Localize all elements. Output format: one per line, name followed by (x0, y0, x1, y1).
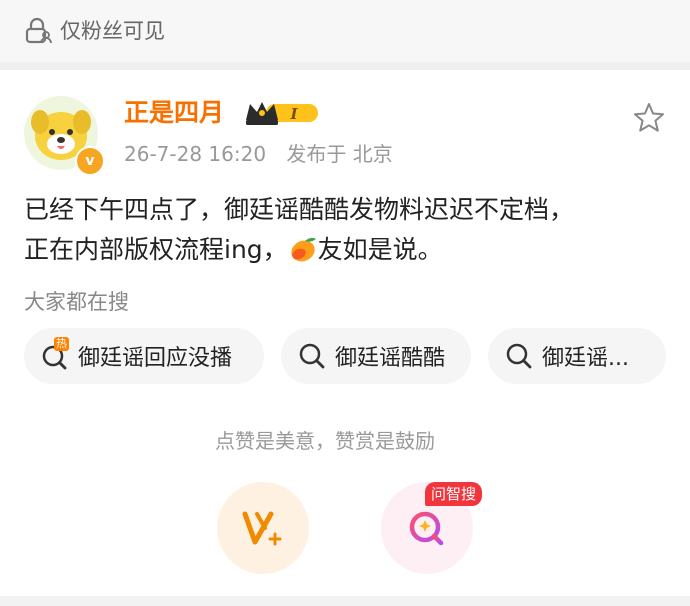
post-line-1: 已经下午四点了，御廷谣酷酷发物料迟迟不定档， (24, 195, 575, 224)
search-icon (297, 341, 327, 371)
reward-prompt: 点赞是美意，赞赏是鼓励 (215, 429, 435, 453)
section-divider (0, 62, 690, 70)
vip-level: I (289, 105, 298, 123)
reward-button[interactable] (217, 482, 309, 574)
search-chip-hot[interactable]: 热 御廷谣回应没播 (24, 328, 264, 384)
v-plus-icon (242, 511, 282, 546)
search-chip[interactable]: 御廷谣... (488, 328, 666, 384)
post-text-before-emoji: 正在内部版权流程ing， (24, 235, 288, 264)
hot-search-icon: 热 (40, 337, 70, 371)
mango-emoji (291, 237, 316, 262)
weibo-post-card: 仅粉丝可见 v 正是四月 I 26-7-28 16:20 发布于 北京 已经下午… (0, 0, 690, 606)
search-icon (504, 341, 534, 371)
visibility-label: 仅粉丝可见 (60, 19, 165, 43)
author-name[interactable]: 正是四月 (124, 96, 224, 130)
search-chip[interactable]: 御廷谣酷酷 (281, 328, 471, 384)
ai-search-icon (409, 511, 444, 546)
search-chip-label: 御廷谣回应没播 (78, 346, 233, 371)
search-chip-label: 御廷谣酷酷 (335, 346, 446, 371)
vip-crown-badge-icon[interactable]: I (244, 98, 322, 128)
lock-person-icon (25, 17, 52, 44)
post-text-after-emoji: 友如是说。 (317, 235, 443, 264)
post-meta: 26-7-28 16:20 发布于 北京 (124, 139, 407, 169)
trending-search-title: 大家都在搜 (24, 290, 129, 314)
post-location: 发布于 北京 (286, 142, 393, 166)
hot-tag: 热 (54, 337, 69, 351)
ai-search-tag: 问智搜 (425, 482, 483, 506)
search-chip-label: 御廷谣... (542, 346, 629, 371)
visibility-bar: 仅粉丝可见 (0, 0, 690, 62)
bottom-divider (0, 596, 690, 606)
verified-badge: v (75, 146, 105, 176)
post-line-2: 正在内部版权流程ing， 友如是说。 (24, 230, 664, 270)
post-content: 已经下午四点了，御廷谣酷酷发物料迟迟不定档， 正在内部版权流程ing， 友如是说… (24, 190, 664, 270)
post-timestamp: 26-7-28 16:20 (124, 142, 267, 166)
star-icon[interactable] (632, 101, 666, 135)
